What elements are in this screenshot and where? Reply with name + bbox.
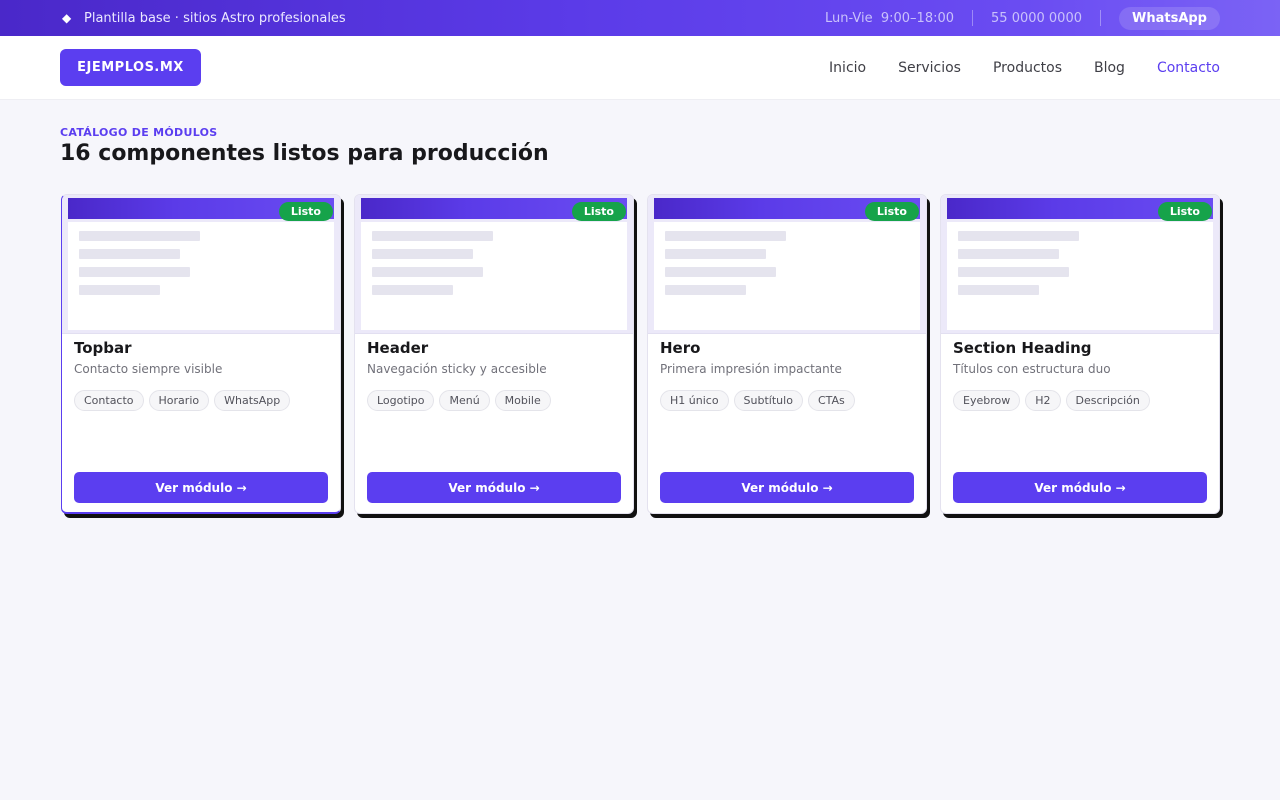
tag: Horario [148, 390, 210, 411]
card-body: Hero Primera impresión impactante H1 úni… [648, 334, 926, 411]
status-badge: Listo [278, 202, 333, 221]
tag: H1 único [660, 390, 729, 411]
diamond-icon: ◆ [62, 11, 72, 25]
status-badge: Listo [864, 202, 919, 221]
view-module-button[interactable]: Ver módulo → [660, 472, 914, 503]
main-nav: Inicio Servicios Productos Blog Contacto [829, 60, 1220, 76]
placeholder-line [372, 267, 483, 277]
status-badge: Listo [1157, 202, 1212, 221]
card-description: Navegación sticky y accesible [367, 362, 547, 376]
tag: Descripción [1065, 390, 1150, 411]
placeholder-line [79, 267, 190, 277]
tag-list: Logotipo Menú Mobile [367, 390, 621, 411]
preview-body [68, 222, 334, 330]
nav-item-inicio[interactable]: Inicio [829, 60, 866, 76]
placeholder-line [665, 231, 786, 241]
divider [1100, 10, 1101, 26]
tag: Menú [439, 390, 490, 411]
placeholder-line [372, 249, 473, 259]
tag: H2 [1025, 390, 1061, 411]
preview-body [654, 222, 920, 330]
module-card-header: Listo Header Navegación sticky y accesib… [354, 194, 634, 514]
tag: Contacto [74, 390, 144, 411]
view-module-button[interactable]: Ver módulo → [953, 472, 1207, 503]
placeholder-line [665, 249, 766, 259]
card-title: Header [367, 339, 429, 357]
business-hours: Lun-Vie 9:00–18:00 [824, 10, 955, 26]
tag-list: Eyebrow H2 Descripción [953, 390, 1207, 411]
preview-body [361, 222, 627, 330]
module-grid: Listo Topbar Contacto siempre visible Co… [61, 194, 1220, 514]
module-card-topbar: Listo Topbar Contacto siempre visible Co… [61, 194, 341, 514]
section-eyebrow: CATÁLOGO DE MÓDULOS [60, 126, 218, 139]
card-body: Section Heading Títulos con estructura d… [941, 334, 1219, 411]
tag: Subtítulo [733, 390, 803, 411]
tag: CTAs [807, 390, 855, 411]
nav-item-blog[interactable]: Blog [1094, 60, 1125, 76]
placeholder-line [665, 267, 776, 277]
whatsapp-button[interactable]: WhatsApp [1119, 6, 1220, 30]
placeholder-line [958, 267, 1069, 277]
topbar-right: Lun-Vie 9:00–18:00 55 0000 0000 WhatsApp [825, 0, 1220, 36]
tag-list: H1 único Subtítulo CTAs [660, 390, 914, 411]
status-badge: Listo [571, 202, 626, 221]
placeholder-line [79, 231, 200, 241]
tag: WhatsApp [214, 390, 291, 411]
module-card-section-heading: Listo Section Heading Títulos con estruc… [940, 194, 1220, 514]
placeholder-line [79, 285, 160, 295]
card-description: Primera impresión impactante [660, 362, 842, 376]
placeholder-line [372, 231, 493, 241]
placeholder-line [958, 231, 1079, 241]
placeholder-line [665, 285, 746, 295]
card-body: Topbar Contacto siempre visible Contacto… [62, 334, 340, 411]
view-module-button[interactable]: Ver módulo → [367, 472, 621, 503]
tag: Logotipo [367, 390, 435, 411]
topbar-left: ◆ Plantilla base · sitios Astro profesio… [62, 11, 346, 26]
view-module-button[interactable]: Ver módulo → [74, 472, 328, 503]
tag: Eyebrow [953, 390, 1021, 411]
placeholder-line [79, 249, 180, 259]
section-title: 16 componentes listos para producción [60, 141, 549, 166]
catalog-section: CATÁLOGO DE MÓDULOS 16 componentes listo… [0, 100, 1280, 514]
card-title: Section Heading [953, 339, 1092, 357]
site-header: EJEMPLOS.MX Inicio Servicios Productos B… [0, 36, 1280, 100]
tag: Mobile [494, 390, 551, 411]
placeholder-line [958, 249, 1059, 259]
card-body: Header Navegación sticky y accesible Log… [355, 334, 633, 411]
card-title: Topbar [74, 339, 132, 357]
phone-number[interactable]: 55 0000 0000 [973, 11, 1100, 26]
nav-item-contacto[interactable]: Contacto [1157, 60, 1220, 76]
nav-item-productos[interactable]: Productos [993, 60, 1062, 76]
card-title: Hero [660, 339, 701, 357]
module-card-hero: Listo Hero Primera impresión impactante … [647, 194, 927, 514]
topbar: ◆ Plantilla base · sitios Astro profesio… [0, 0, 1280, 36]
preview-body [947, 222, 1213, 330]
logo[interactable]: EJEMPLOS.MX [60, 49, 201, 86]
tag-list: Contacto Horario WhatsApp [74, 390, 328, 411]
nav-item-servicios[interactable]: Servicios [898, 60, 961, 76]
placeholder-line [958, 285, 1039, 295]
card-description: Contacto siempre visible [74, 362, 223, 376]
topbar-tagline: Plantilla base · sitios Astro profesiona… [84, 10, 346, 26]
placeholder-line [372, 285, 453, 295]
card-description: Títulos con estructura duo [953, 362, 1111, 376]
